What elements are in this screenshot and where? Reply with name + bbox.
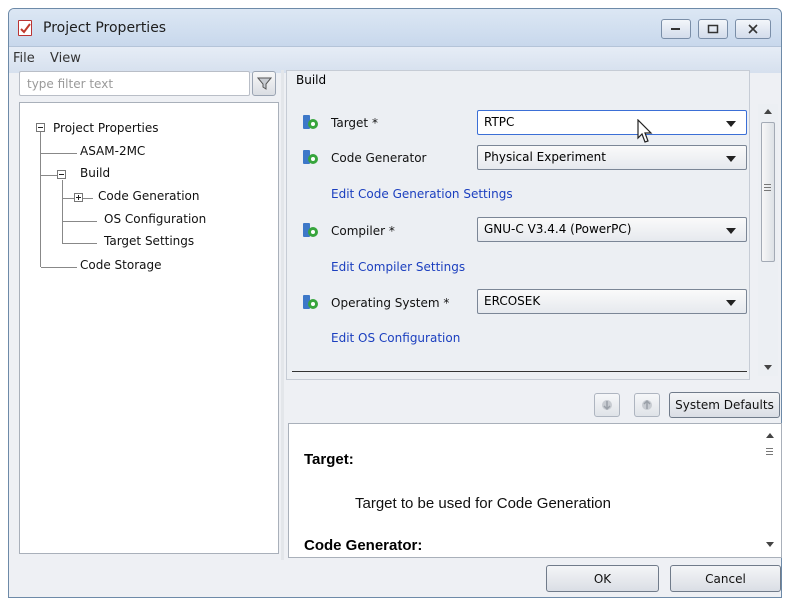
tree-item-os-configuration[interactable]: OS Configuration (104, 212, 206, 226)
code-generator-select[interactable]: Physical Experiment (477, 145, 747, 170)
build-scrollbar[interactable] (758, 104, 778, 376)
menu-view[interactable]: View (50, 51, 81, 66)
tree-item-target-settings[interactable]: Target Settings (104, 234, 194, 248)
scroll-down-icon[interactable] (764, 365, 772, 370)
code-generator-gear-icon (303, 150, 318, 164)
divider (292, 371, 747, 372)
scroll-up-icon[interactable] (764, 109, 772, 114)
maximize-button[interactable] (698, 19, 728, 39)
scroll-up-icon[interactable] (766, 433, 774, 438)
properties-app-icon (18, 20, 32, 36)
tree-toggle-collapse[interactable] (57, 170, 66, 179)
compiler-select[interactable]: GNU-C V3.4.4 (PowerPC) (477, 217, 747, 242)
compiler-label: Compiler * (331, 224, 395, 238)
system-defaults-button[interactable]: System Defaults (669, 392, 780, 418)
tree-item-asam-2mc[interactable]: ASAM-2MC (80, 144, 145, 158)
compiler-value: GNU-C V3.4.4 (PowerPC) (484, 222, 632, 236)
target-gear-icon (303, 115, 318, 129)
operating-system-select[interactable]: ERCOSEK (477, 289, 747, 314)
help-text-target: Target to be used for Code Generation (355, 495, 611, 512)
scroll-down-icon[interactable] (766, 542, 774, 547)
help-scrollbar[interactable] (760, 424, 780, 557)
help-panel: Target: Target to be used for Code Gener… (288, 423, 782, 558)
chevron-down-icon (726, 300, 736, 306)
tree-toggle-expand[interactable] (74, 193, 83, 202)
menu-file[interactable]: File (13, 51, 35, 66)
mouse-cursor-icon (637, 119, 653, 143)
clear-filter-button[interactable] (252, 71, 276, 96)
restore-icon (602, 400, 612, 411)
code-generator-value: Physical Experiment (484, 150, 606, 164)
apply-button[interactable] (634, 393, 660, 417)
close-button[interactable] (735, 19, 771, 39)
help-heading-code-generator: Code Generator: (304, 537, 423, 554)
edit-code-generation-link[interactable]: Edit Code Generation Settings (331, 187, 513, 201)
title-bar: Project Properties (9, 9, 781, 47)
scroll-thumb[interactable] (761, 122, 775, 262)
target-select[interactable]: RTPC (477, 110, 747, 135)
help-heading-target: Target: (304, 451, 354, 468)
close-icon (748, 24, 758, 34)
pane-splitter[interactable] (281, 70, 284, 560)
cancel-button[interactable]: Cancel (670, 565, 781, 592)
restore-button[interactable] (594, 393, 620, 417)
apply-icon (642, 399, 652, 410)
filter-icon (257, 77, 272, 90)
tree-item-project-properties[interactable]: Project Properties (53, 121, 159, 135)
operating-system-value: ERCOSEK (484, 294, 541, 308)
filter-input[interactable] (25, 75, 243, 92)
tree-toggle-collapse[interactable] (36, 123, 45, 132)
ok-button[interactable]: OK (546, 565, 659, 592)
minimize-button[interactable] (661, 19, 691, 39)
tree-item-build[interactable]: Build (80, 166, 110, 180)
compiler-gear-icon (303, 223, 318, 237)
property-tree: Project Properties ASAM-2MC Build Code G… (19, 102, 279, 554)
chevron-down-icon (726, 156, 736, 162)
section-title: Build (296, 73, 327, 87)
chevron-down-icon (726, 228, 736, 234)
edit-os-configuration-link[interactable]: Edit OS Configuration (331, 331, 460, 345)
target-value: RTPC (484, 115, 515, 129)
chevron-down-icon (726, 121, 736, 127)
target-label: Target * (331, 116, 378, 130)
operating-system-label: Operating System * (331, 296, 450, 310)
filter-field (19, 71, 250, 96)
tree-item-code-storage[interactable]: Code Storage (80, 258, 162, 272)
os-gear-icon (303, 295, 318, 309)
tree-item-code-generation[interactable]: Code Generation (98, 189, 199, 203)
window-title: Project Properties (43, 20, 167, 36)
maximize-icon (707, 24, 719, 34)
minimize-icon (671, 28, 680, 30)
edit-compiler-settings-link[interactable]: Edit Compiler Settings (331, 260, 465, 274)
code-generator-label: Code Generator (331, 151, 427, 165)
